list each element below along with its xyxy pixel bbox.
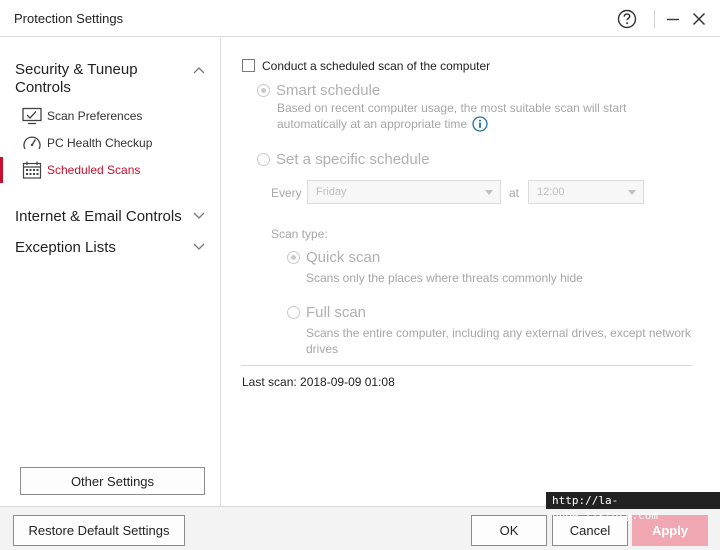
specific-schedule-radio[interactable] [257,153,270,166]
chevron-down-icon [485,190,493,195]
chevron-down-icon [628,190,636,195]
full-scan-description: Scans the entire computer, including any… [306,325,691,357]
quick-scan-description: Scans only the places where threats comm… [306,271,583,285]
sidebar-item-scheduled-scans[interactable]: Scheduled Scans [0,157,220,183]
gauge-icon [23,136,41,150]
smart-schedule-title: Smart schedule [276,82,381,99]
monitor-check-icon [22,107,42,125]
help-button[interactable] [614,6,640,32]
section-label-line2: Controls [15,79,71,96]
sidebar: Security & Tuneup Controls Scan Preferen… [0,38,221,506]
day-select[interactable]: Friday [307,180,501,204]
quick-scan-radio[interactable] [287,251,300,264]
smart-schedule-radio[interactable] [257,84,270,97]
full-scan-radio[interactable] [287,306,300,319]
chevron-down-icon[interactable] [193,243,205,251]
restore-defaults-button[interactable]: Restore Default Settings [13,515,185,546]
window-title: Protection Settings [14,11,124,26]
active-indicator [0,157,3,183]
full-scan-desc-line2: drives [306,342,339,356]
sidebar-item-label: PC Health Checkup [47,136,153,150]
time-select-value: 12:00 [537,186,565,198]
scheduled-scan-checkbox[interactable] [242,59,255,72]
minimize-icon [667,18,679,21]
smart-schedule-desc-line2: automatically at an appropriate time [277,117,468,131]
full-scan-desc-line1: Scans the entire computer, including any… [306,326,691,340]
last-scan-text: Last scan: 2018-09-09 01:08 [242,375,395,389]
title-bar: Protection Settings [0,0,720,37]
smart-schedule-desc-line1: Based on recent computer usage, the most… [277,101,627,115]
sidebar-item-label: Scheduled Scans [47,163,141,177]
scheduled-scan-label: Conduct a scheduled scan of the computer [262,59,491,73]
section-security-tuneup[interactable]: Security & Tuneup Controls [15,61,138,97]
close-button[interactable] [686,6,712,32]
every-label: Every [271,186,302,200]
info-icon[interactable] [472,116,488,132]
sidebar-item-pc-health-checkup[interactable]: PC Health Checkup [0,130,220,156]
specific-schedule-title: Set a specific schedule [276,151,430,168]
titlebar-separator [654,10,655,28]
close-icon [692,12,706,26]
section-exception-lists[interactable]: Exception Lists [15,239,116,257]
sidebar-item-scan-preferences[interactable]: Scan Preferences [0,103,220,129]
chevron-up-icon[interactable] [193,66,205,74]
scan-type-label: Scan type: [271,227,328,241]
chevron-down-icon[interactable] [193,212,205,220]
divider [241,365,692,366]
watermark: http://la-nube.tistory.com [546,492,720,522]
day-select-value: Friday [316,186,347,198]
smart-schedule-description: Based on recent computer usage, the most… [277,100,627,132]
quick-scan-title: Quick scan [306,249,381,266]
time-select[interactable]: 12:00 [528,180,644,204]
help-icon [617,9,637,29]
calendar-icon [22,161,42,179]
sidebar-item-label: Scan Preferences [47,109,143,123]
main-panel: Conduct a scheduled scan of the computer… [222,38,720,506]
at-label: at [509,186,520,200]
full-scan-title: Full scan [306,304,367,321]
section-internet-email[interactable]: Internet & Email Controls [15,208,182,226]
minimize-button[interactable] [660,6,686,32]
other-settings-button[interactable]: Other Settings [20,467,205,495]
section-label-line1: Security & Tuneup [15,61,138,78]
ok-button[interactable]: OK [471,515,547,546]
